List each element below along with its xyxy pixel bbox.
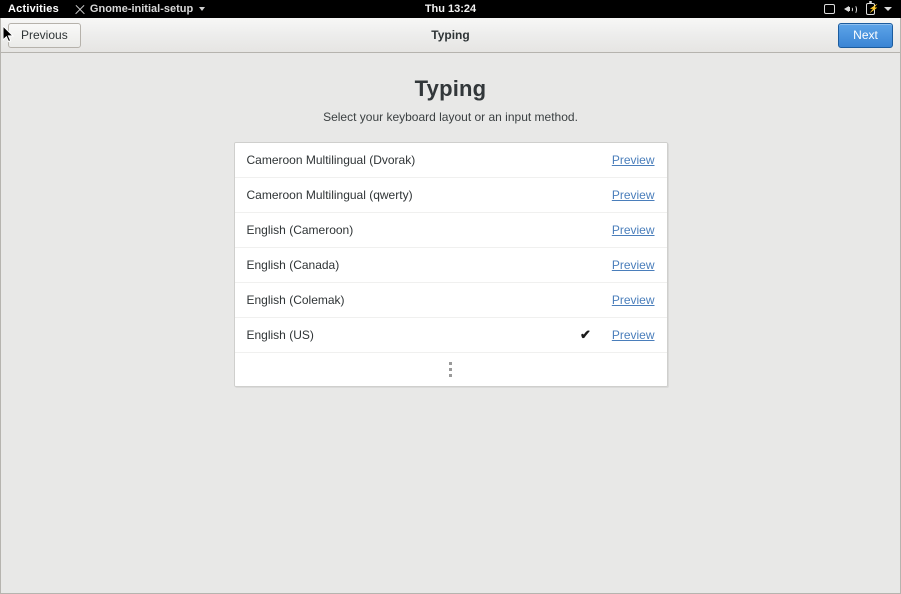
previous-button[interactable]: Previous xyxy=(8,23,81,48)
input-source-row[interactable]: English (Cameroon) Preview xyxy=(235,213,667,248)
input-source-row[interactable]: English (Colemak) Preview xyxy=(235,283,667,318)
preview-link[interactable]: Preview xyxy=(603,188,655,202)
next-button[interactable]: Next xyxy=(838,23,893,48)
header-bar: Previous Typing Next xyxy=(1,18,900,53)
show-more-button[interactable] xyxy=(235,353,667,386)
input-source-label: English (US) xyxy=(247,328,575,342)
input-source-row[interactable]: Cameroon Multilingual (Dvorak) Preview xyxy=(235,143,667,178)
x-generic-icon xyxy=(74,4,85,15)
selected-check-icon: ✔ xyxy=(575,327,597,343)
page-title: Typing xyxy=(415,76,487,102)
input-source-list: Cameroon Multilingual (Dvorak)PreviewCam… xyxy=(234,142,668,387)
page-subtitle: Select your keyboard layout or an input … xyxy=(323,110,578,124)
display-icon xyxy=(824,4,835,14)
page-content: Typing Select your keyboard layout or an… xyxy=(1,53,900,593)
gnome-top-bar: Activities Gnome-initial-setup Thu 13:24… xyxy=(0,0,901,18)
input-source-label: English (Canada) xyxy=(247,258,575,272)
preview-link[interactable]: Preview xyxy=(603,328,655,342)
input-source-label: Cameroon Multilingual (qwerty) xyxy=(247,188,575,202)
volume-icon xyxy=(844,4,857,15)
input-source-row[interactable]: Cameroon Multilingual (qwerty) Preview xyxy=(235,178,667,213)
activities-button[interactable]: Activities xyxy=(0,0,68,18)
app-menu-button[interactable]: Gnome-initial-setup xyxy=(68,0,211,18)
gnome-initial-setup-window: Previous Typing Next Typing Select your … xyxy=(0,18,901,594)
input-source-row[interactable]: English (US)✔ Preview xyxy=(235,318,667,353)
chevron-down-icon xyxy=(199,7,205,11)
preview-link[interactable]: Preview xyxy=(603,258,655,272)
input-source-label: English (Colemak) xyxy=(247,293,575,307)
input-source-row[interactable]: English (Canada) Preview xyxy=(235,248,667,283)
app-menu-label: Gnome-initial-setup xyxy=(90,3,193,15)
preview-link[interactable]: Preview xyxy=(603,153,655,167)
preview-link[interactable]: Preview xyxy=(603,223,655,237)
system-status-area[interactable]: ⚡ xyxy=(824,0,901,18)
previous-button-label: Previous xyxy=(21,28,68,42)
preview-link[interactable]: Preview xyxy=(603,293,655,307)
input-source-label: English (Cameroon) xyxy=(247,223,575,237)
battery-icon: ⚡ xyxy=(866,3,875,15)
battery-charging-glyph: ⚡ xyxy=(868,5,878,13)
system-menu-chevron-down-icon[interactable] xyxy=(884,7,892,11)
activities-label: Activities xyxy=(8,3,59,15)
next-button-label: Next xyxy=(853,28,878,42)
more-vertical-icon xyxy=(449,362,452,377)
input-source-label: Cameroon Multilingual (Dvorak) xyxy=(247,153,575,167)
window-title: Typing xyxy=(1,28,900,42)
